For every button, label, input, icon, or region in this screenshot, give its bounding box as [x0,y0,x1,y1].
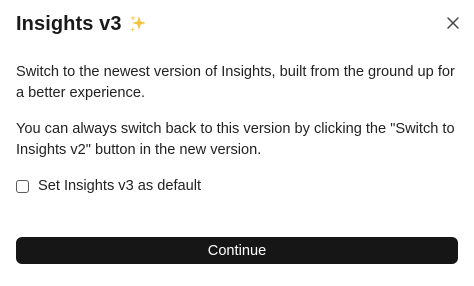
default-checkbox-row[interactable]: Set Insights v3 as default [16,176,201,196]
close-icon[interactable] [446,16,460,30]
dialog-title: Insights v3 [16,13,148,36]
insights-dialog: Insights v3 Switch to the newest version… [0,0,474,286]
set-default-label[interactable]: Set Insights v3 as default [38,178,201,194]
set-default-checkbox[interactable] [16,179,29,193]
dialog-header: Insights v3 [16,10,458,38]
continue-button-label: Continue [207,242,267,259]
sparkles-icon [128,14,148,34]
continue-button[interactable]: Continue [16,237,458,264]
dialog-title-text: Insights v3 [16,12,122,35]
switch-back-paragraph: You can always switch back to this versi… [16,121,455,158]
description-paragraph: Switch to the newest version of Insights… [16,64,455,101]
